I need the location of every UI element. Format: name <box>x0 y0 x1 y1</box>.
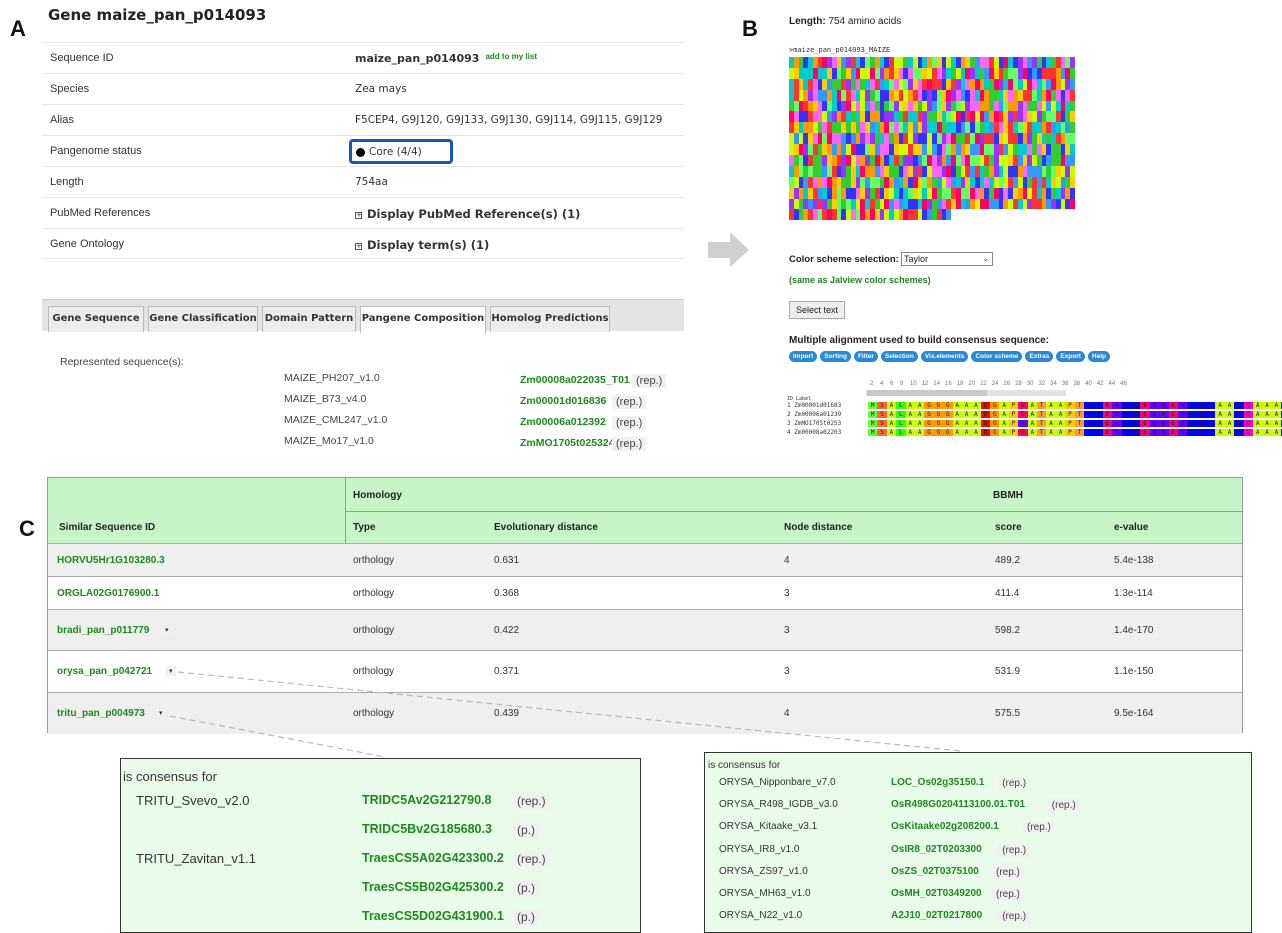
tritu-consensus-box: is consensus for TRITU_Svevo_v2.0 TRIDC5A… <box>120 758 641 933</box>
consensus-gene-link[interactable]: A2J10_02T0217800 <box>891 910 982 921</box>
rep-tag: (rep.) <box>998 777 1031 790</box>
consensus-genome-name: ORYSA_N22_v1.0 <box>719 910 803 922</box>
consensus-genome-name: ORYSA_ZS97_v1.0 <box>719 865 808 877</box>
consensus-gene-link[interactable]: OsR498G0204113100.01.T01 <box>891 799 1025 810</box>
rep-tag: (rep.) <box>992 888 1024 901</box>
consensus-gene-link[interactable]: OsIR8_02T0203300 <box>891 844 982 855</box>
consensus-genome-name: ORYSA_Nipponbare_v7.0 <box>719 777 836 788</box>
consensus-genome-name: ORYSA_Kitaake_v3.1 <box>719 821 818 833</box>
consensus-gene-link[interactable]: TRIDC5Av2G212790.8 <box>362 793 491 807</box>
consensus-gene-link[interactable]: OsKitaake02g208200.1 <box>891 821 999 832</box>
rep-tag: (rep.) <box>513 793 550 809</box>
consensus-gene-link[interactable]: TraesCS5D02G431900.1 <box>362 909 504 923</box>
rep-tag: (p.) <box>513 822 539 838</box>
rep-tag: (rep.) <box>992 865 1024 879</box>
consensus-genome-name: ORYSA_R498_IGDB_v3.0 <box>719 799 838 811</box>
consensus-gene-link[interactable]: TraesCS5B02G425300.2 <box>362 880 504 894</box>
consensus-gene-link[interactable]: TRIDC5Bv2G185680.3 <box>362 822 492 836</box>
consensus-title: is consensus for <box>123 769 217 784</box>
rep-tag: (p.) <box>513 880 539 896</box>
rep-tag: (rep.) <box>998 910 1031 924</box>
rep-tag: (rep.) <box>1047 799 1080 813</box>
consensus-gene-link[interactable]: OsMH_02T0349200 <box>891 888 982 899</box>
orysa-consensus-box: is consensus for ORYSA_Nipponbare_v7.0 LO… <box>704 752 1252 933</box>
rep-tag: (rep.) <box>998 843 1031 857</box>
rep-tag: (p.) <box>513 909 539 925</box>
consensus-genome-name: ORYSA_MH63_v1.0 <box>719 888 811 899</box>
consensus-genome-name: TRITU_Svevo_v2.0 <box>136 793 250 808</box>
consensus-gene-link[interactable]: OsZS_02T0375100 <box>891 866 979 877</box>
consensus-genome-name: TRITU_Zavitan_v1.1 <box>136 851 256 866</box>
consensus-title: is consensus for <box>708 760 781 771</box>
consensus-gene-link[interactable]: TraesCS5A02G423300.2 <box>362 851 504 865</box>
consensus-gene-link[interactable]: LOC_Os02g35150.1 <box>891 777 984 788</box>
rep-tag: (rep.) <box>513 851 550 867</box>
consensus-genome-name: ORYSA_IR8_v1.0 <box>719 843 800 855</box>
rep-tag: (rep.) <box>1023 821 1055 835</box>
